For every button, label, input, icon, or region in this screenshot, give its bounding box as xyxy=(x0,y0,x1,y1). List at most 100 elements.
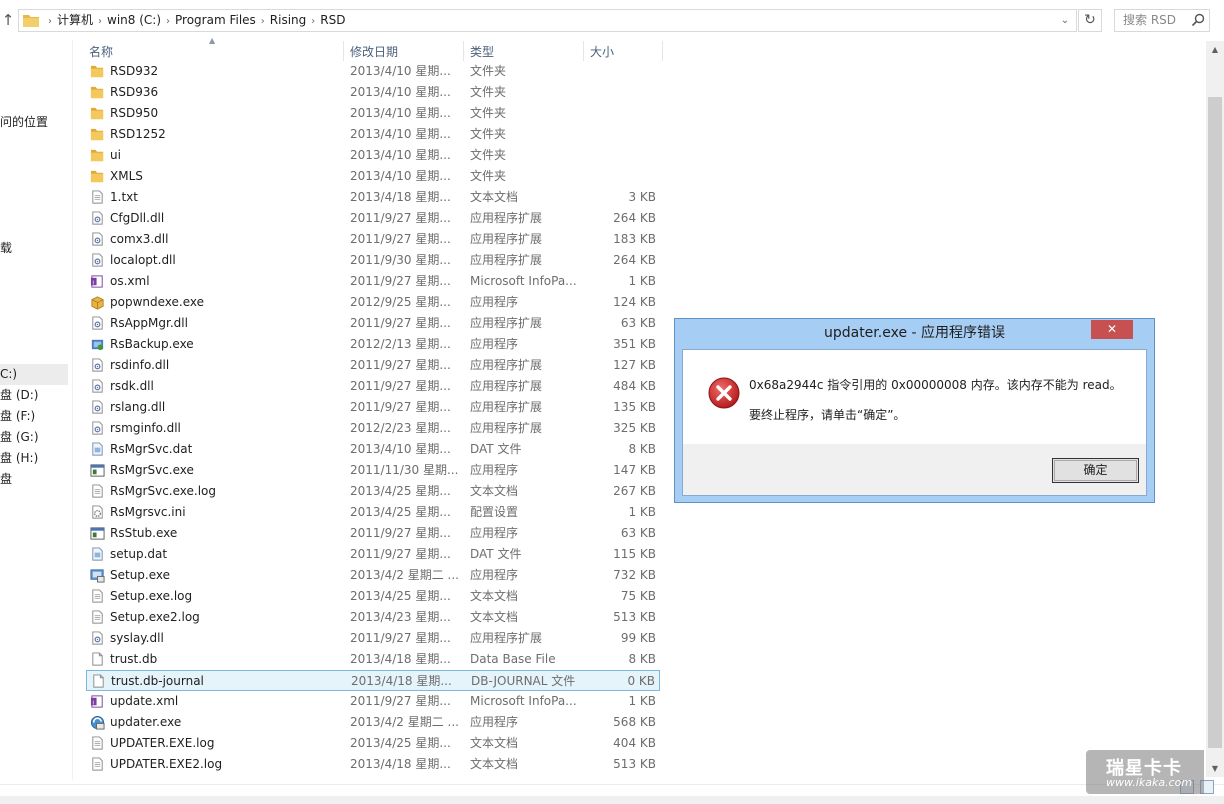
nav-item-drive-d[interactable]: 盘 (D:) xyxy=(0,385,38,406)
scroll-down-icon[interactable]: ▼ xyxy=(1206,760,1224,777)
address-bar-area: ↑ › 计算机 › win8 (C:) › Program Files › Rising › RS… xyxy=(0,0,1224,40)
file-name: RsAppMgr.dll xyxy=(110,316,188,330)
file-row[interactable]: syslay.dll 2011/9/27 星期... 应用程序扩展 99 KB xyxy=(86,628,660,649)
breadcrumb-program-files[interactable]: Program Files xyxy=(175,13,256,27)
file-row[interactable]: RsBackup.exe 2012/2/13 星期... 应用程序 351 KB xyxy=(86,334,660,355)
file-row[interactable]: 1.txt 2013/4/18 星期... 文本文档 3 KB xyxy=(86,187,660,208)
file-row[interactable]: UPDATER.EXE2.log 2013/4/18 星期... 文本文档 513 K… xyxy=(86,754,660,775)
file-row[interactable]: localopt.dll 2011/9/30 星期... 应用程序扩展 264 KB xyxy=(86,250,660,271)
file-row[interactable]: Setup.exe2.log 2013/4/23 星期... 文本文档 513 KB xyxy=(86,607,660,628)
breadcrumb-computer[interactable]: 计算机 xyxy=(57,13,93,27)
file-row[interactable]: RsMgrsvc.ini 2013/4/25 星期... 配置设置 1 KB xyxy=(86,502,660,523)
file-row[interactable]: Ios.xml 2011/9/27 星期... Microsoft InfoPa..… xyxy=(86,271,660,292)
column-divider[interactable] xyxy=(662,41,663,61)
file-row[interactable]: CfgDll.dll 2011/9/27 星期... 应用程序扩展 264 KB xyxy=(86,208,660,229)
file-row[interactable]: RsMgrSvc.exe 2011/11/30 星期... 应用程序 147 KB xyxy=(86,460,660,481)
file-name: 1.txt xyxy=(110,190,138,204)
ok-button[interactable]: 确定 xyxy=(1052,458,1139,483)
file-row[interactable]: RsMgrSvc.exe.log 2013/4/25 星期... 文本文档 267 K… xyxy=(86,481,660,502)
chevron-right-icon[interactable]: › xyxy=(98,16,102,27)
breadcrumb-rising[interactable]: Rising xyxy=(270,13,306,27)
chevron-right-icon[interactable]: › xyxy=(311,16,315,27)
text-icon xyxy=(92,484,103,498)
nav-item-drive-f[interactable]: 盘 (F:) xyxy=(0,406,35,427)
file-row[interactable]: trust.db 2013/4/18 星期... Data Base File 8 K… xyxy=(86,649,660,670)
file-date: 2011/9/27 星期... xyxy=(350,316,451,330)
file-row[interactable]: RsStub.exe 2011/9/27 星期... 应用程序 63 KB xyxy=(86,523,660,544)
nav-item-recent-places[interactable]: 问的位置 xyxy=(0,112,48,133)
scroll-up-icon[interactable]: ▲ xyxy=(1206,41,1224,58)
column-header-name[interactable]: 名称 xyxy=(89,41,341,63)
column-divider[interactable] xyxy=(583,41,584,61)
dll-icon xyxy=(92,400,103,414)
up-arrow-icon[interactable]: ↑ xyxy=(0,10,16,30)
search-icon xyxy=(1191,13,1205,27)
search-input[interactable]: 搜索 RSD xyxy=(1114,9,1210,32)
file-row[interactable]: Setup.exe 2013/4/2 星期二 ... 应用程序 732 KB xyxy=(86,565,660,586)
file-row-selected[interactable]: trust.db-journal 2013/4/18 星期... DB-JOURNA… xyxy=(86,670,660,691)
text-icon xyxy=(92,757,103,771)
refresh-button[interactable]: ↻ xyxy=(1078,9,1102,32)
file-row[interactable]: RSD950 2013/4/10 星期... 文件夹 xyxy=(86,103,660,124)
file-row[interactable]: RSD936 2013/4/10 星期... 文件夹 xyxy=(86,82,660,103)
file-row[interactable]: setup.dat 2011/9/27 星期... DAT 文件 115 KB xyxy=(86,544,660,565)
file-size: 0 KB xyxy=(627,674,655,688)
chevron-down-icon[interactable]: ⌄ xyxy=(1058,12,1072,29)
chevron-right-icon[interactable]: › xyxy=(48,16,52,27)
nav-item-drive-c[interactable]: C:) xyxy=(0,364,68,385)
file-row[interactable]: Setup.exe.log 2013/4/25 星期... 文本文档 75 KB xyxy=(86,586,660,607)
dll-icon xyxy=(92,211,103,225)
file-row[interactable]: RsAppMgr.dll 2011/9/27 星期... 应用程序扩展 63 KB xyxy=(86,313,660,334)
breadcrumb: › 计算机 › win8 (C:) › Program Files › Rising › RSD xyxy=(43,10,345,31)
address-bar[interactable]: › 计算机 › win8 (C:) › Program Files › Rising › RSD … xyxy=(18,9,1077,32)
ok-button-focus-ring xyxy=(1054,460,1137,481)
column-divider[interactable] xyxy=(463,41,464,61)
file-row[interactable]: rsmginfo.dll 2012/2/23 星期... 应用程序扩展 325 KB xyxy=(86,418,660,439)
column-header-date[interactable]: 修改日期 xyxy=(350,41,460,63)
file-row[interactable]: ui 2013/4/10 星期... 文件夹 xyxy=(86,145,660,166)
file-row[interactable]: UPDATER.EXE.log 2013/4/25 星期... 文本文档 404 KB xyxy=(86,733,660,754)
file-type: 应用程序扩展 xyxy=(470,631,543,645)
file-row[interactable]: rsdinfo.dll 2011/9/27 星期... 应用程序扩展 127 KB xyxy=(86,355,660,376)
file-type: 应用程序扩展 xyxy=(470,211,543,225)
file-row[interactable]: rsdk.dll 2011/9/27 星期... 应用程序扩展 484 KB xyxy=(86,376,660,397)
file-name: popwndexe.exe xyxy=(110,295,205,309)
file-row[interactable]: rslang.dll 2011/9/27 星期... 应用程序扩展 135 KB xyxy=(86,397,660,418)
nav-item-drive-g[interactable]: 盘 (G:) xyxy=(0,427,39,448)
file-row[interactable]: comx3.dll 2011/9/27 星期... 应用程序扩展 183 KB xyxy=(86,229,660,250)
column-header-type[interactable]: 类型 xyxy=(470,41,580,63)
scrollbar-thumb[interactable] xyxy=(1208,97,1222,748)
file-row[interactable]: popwndexe.exe 2012/9/25 星期... 应用程序 124 KB xyxy=(86,292,660,313)
file-date: 2011/9/27 星期... xyxy=(350,547,451,561)
file-date: 2013/4/10 星期... xyxy=(350,127,451,141)
nav-item-drive-other[interactable]: 盘 xyxy=(0,469,12,490)
file-size: 267 KB xyxy=(613,484,656,498)
error-icon xyxy=(708,377,740,409)
nav-item-downloads[interactable]: 载 xyxy=(0,238,12,259)
file-date: 2011/9/27 星期... xyxy=(350,694,451,708)
file-row[interactable]: Iupdate.xml 2011/9/27 星期... Microsoft Info… xyxy=(86,691,660,712)
file-name: ui xyxy=(110,148,121,162)
breadcrumb-drive-c[interactable]: win8 (C:) xyxy=(107,13,161,27)
nav-item-drive-h[interactable]: 盘 (H:) xyxy=(0,448,38,469)
vertical-scrollbar[interactable]: ▲ ▼ xyxy=(1206,41,1224,777)
column-divider[interactable] xyxy=(343,41,344,61)
file-type: 文件夹 xyxy=(470,85,507,99)
close-button[interactable]: ✕ xyxy=(1091,320,1133,339)
column-header-size[interactable]: 大小 xyxy=(590,41,660,63)
file-row[interactable]: XMLS 2013/4/10 星期... 文件夹 xyxy=(86,166,660,187)
file-row[interactable]: RSD932 2013/4/10 星期... 文件夹 xyxy=(86,61,660,82)
file-date: 2012/9/25 星期... xyxy=(350,295,451,309)
file-size: 1 KB xyxy=(628,694,656,708)
chevron-right-icon[interactable]: › xyxy=(166,16,170,27)
file-row[interactable]: RsMgrSvc.dat 2013/4/10 星期... DAT 文件 8 KB xyxy=(86,439,660,460)
breadcrumb-rsd[interactable]: RSD xyxy=(320,13,345,27)
file-date: 2013/4/10 星期... xyxy=(350,148,451,162)
chevron-right-icon[interactable]: › xyxy=(261,16,265,27)
file-row[interactable]: updater.exe 2013/4/2 星期二 ... 应用程序 568 KB xyxy=(86,712,660,733)
dialog-title: updater.exe - 应用程序错误 xyxy=(823,325,1006,341)
file-row[interactable]: RSD1252 2013/4/10 星期... 文件夹 xyxy=(86,124,660,145)
dialog-body: 0x68a2944c 指令引用的 0x00000008 内存。该内存不能为 re… xyxy=(682,349,1147,496)
pane-divider[interactable] xyxy=(72,40,73,780)
text-icon xyxy=(92,736,103,750)
